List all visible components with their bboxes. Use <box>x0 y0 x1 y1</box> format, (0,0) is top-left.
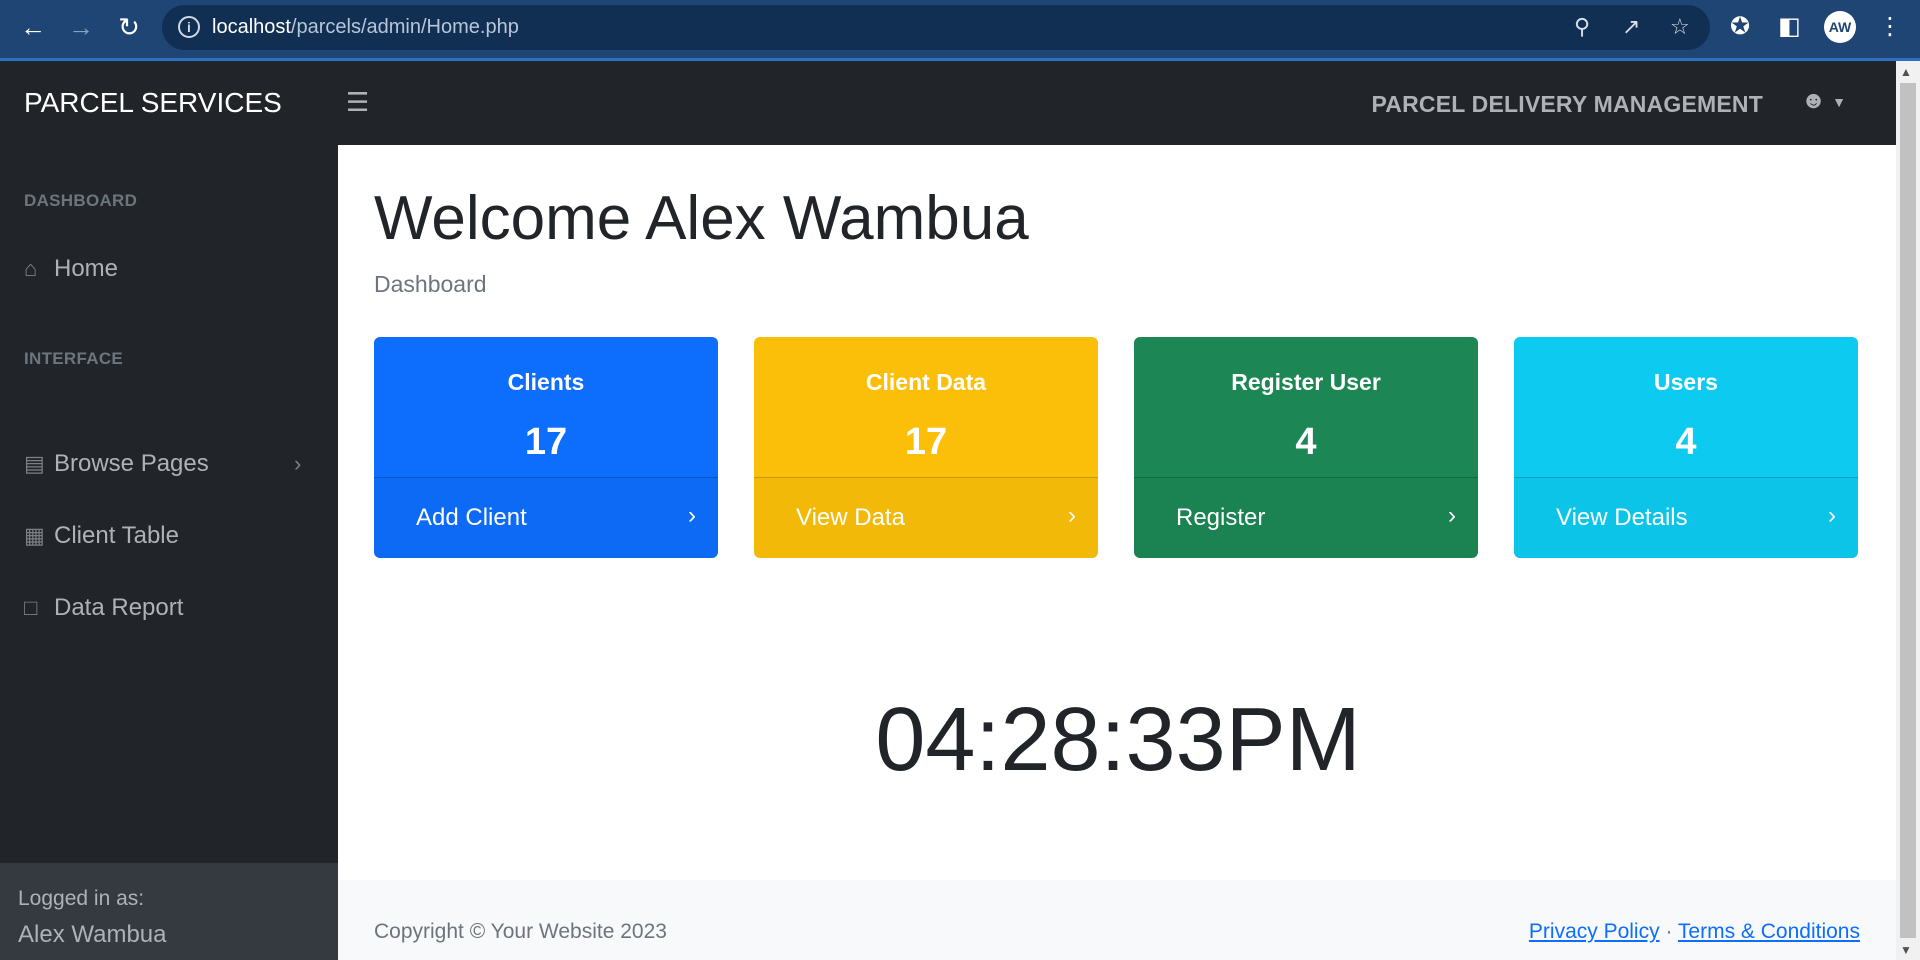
sidebar-footer: Logged in as: Alex Wambua <box>0 863 338 960</box>
browser-toolbar: ← → ↻ i localhost/parcels/admin/Home.php… <box>0 0 1920 61</box>
sidebar-item-home[interactable]: ⌂ Home <box>24 255 118 283</box>
card-footer[interactable]: View Data › <box>754 477 1098 558</box>
sidebar-heading-dashboard: DASHBOARD <box>24 191 138 210</box>
breadcrumb: Dashboard <box>374 271 487 297</box>
card-users: Users 4 View Details › <box>1514 337 1858 558</box>
sidebar-item-client-table[interactable]: ▦ Client Table <box>24 522 179 550</box>
chevron-right-icon: › <box>1068 502 1076 529</box>
url-text: localhost/parcels/admin/Home.php <box>212 16 519 38</box>
card-title: Register User <box>1231 369 1381 395</box>
user-dropdown[interactable]: ☻ ▼ <box>1801 87 1846 115</box>
browser-menu-icon[interactable]: ⋮ <box>1878 12 1902 41</box>
table-icon: ▦ <box>24 523 45 548</box>
card-footer[interactable]: View Details › <box>1514 477 1858 558</box>
chevron-right-icon: › <box>1448 502 1456 529</box>
extensions-icon[interactable]: ✪ <box>1730 12 1750 41</box>
card-count: 17 <box>904 421 948 463</box>
profile-avatar[interactable]: AW <box>1824 11 1856 43</box>
card-register-user: Register User 4 Register › <box>1134 337 1478 558</box>
sidebar-item-label: Browse Pages <box>54 450 209 477</box>
share-icon[interactable]: ↗ <box>1622 14 1640 40</box>
scrollbar-thumb[interactable] <box>1900 83 1916 938</box>
address-bar[interactable]: i localhost/parcels/admin/Home.php ⚲ ↗ ☆ <box>162 5 1710 50</box>
sidebar-item-label: Client Table <box>54 522 179 549</box>
sidebar-item-label: Data Report <box>54 594 184 621</box>
add-client-link[interactable]: Add Client <box>416 504 527 532</box>
page-footer: Copyright © Your Website 2023 Privacy Po… <box>338 880 1896 960</box>
view-details-link[interactable]: View Details <box>1556 504 1688 532</box>
site-info-icon[interactable]: i <box>178 16 200 38</box>
scroll-up-icon[interactable]: ▲ <box>1900 65 1912 79</box>
sidebar-toggle-icon[interactable]: ☰ <box>346 87 369 118</box>
page-scrollbar[interactable]: ▲ ▼ <box>1896 61 1920 960</box>
register-link[interactable]: Register <box>1176 504 1265 532</box>
sidebar: DASHBOARD ⌂ Home INTERFACE ▤ Browse Page… <box>0 145 338 960</box>
book-icon: ▤ <box>24 451 45 476</box>
card-footer[interactable]: Register › <box>1134 477 1478 558</box>
privacy-policy-link[interactable]: Privacy Policy <box>1529 920 1660 943</box>
logged-in-label: Logged in as: <box>18 887 145 910</box>
key-icon[interactable]: ⚲ <box>1574 14 1590 40</box>
card-count: 17 <box>524 421 568 463</box>
sidebar-item-data-report[interactable]: □ Data Report <box>24 594 183 622</box>
card-count: 4 <box>1675 421 1697 463</box>
reload-icon[interactable]: ↻ <box>114 12 144 42</box>
card-count: 4 <box>1295 421 1317 463</box>
main-content: Welcome Alex Wambua Dashboard Clients 17… <box>338 145 1896 880</box>
footer-links: Privacy Policy · Terms & Conditions <box>1529 920 1860 944</box>
side-panel-icon[interactable]: ◧ <box>1778 12 1801 41</box>
sidebar-heading-interface: INTERFACE <box>24 349 124 368</box>
digital-clock: 04:28:33PM <box>875 690 1361 790</box>
logged-in-user: Alex Wambua <box>18 921 167 948</box>
navbar-title: PARCEL DELIVERY MANAGEMENT <box>1371 91 1763 117</box>
copyright-text: Copyright © Your Website 2023 <box>374 920 667 943</box>
view-data-link[interactable]: View Data <box>796 504 905 532</box>
chevron-right-icon: › <box>294 451 302 476</box>
caret-down-icon: ▼ <box>1832 93 1846 110</box>
chevron-right-icon: › <box>688 502 696 529</box>
card-title: Users <box>1654 369 1718 395</box>
user-icon: ☻ <box>1800 87 1827 114</box>
scroll-down-icon[interactable]: ▼ <box>1900 943 1912 957</box>
chevron-right-icon: › <box>1828 502 1836 529</box>
sidebar-item-browse-pages[interactable]: ▤ Browse Pages › <box>24 450 301 478</box>
top-navbar: PARCEL SERVICES ☰ PARCEL DELIVERY MANAGE… <box>0 61 1896 145</box>
back-arrow-icon[interactable]: ← <box>18 12 48 42</box>
card-title: Clients <box>507 369 585 395</box>
terms-link[interactable]: Terms & Conditions <box>1678 920 1860 943</box>
card-clients: Clients 17 Add Client › <box>374 337 718 558</box>
brand-logo[interactable]: PARCEL SERVICES <box>24 87 282 119</box>
card-client-data: Client Data 17 View Data › <box>754 337 1098 558</box>
card-title: Client Data <box>865 369 987 395</box>
card-footer[interactable]: Add Client › <box>374 477 718 558</box>
forward-arrow-icon[interactable]: → <box>66 12 96 42</box>
sidebar-item-label: Home <box>54 255 119 282</box>
pdf-file-icon: □ <box>24 595 38 620</box>
home-icon: ⌂ <box>24 256 38 281</box>
footer-separator: · <box>1665 920 1673 943</box>
bookmark-star-icon[interactable]: ☆ <box>1670 14 1690 40</box>
page-title: Welcome Alex Wambua <box>374 184 1029 253</box>
